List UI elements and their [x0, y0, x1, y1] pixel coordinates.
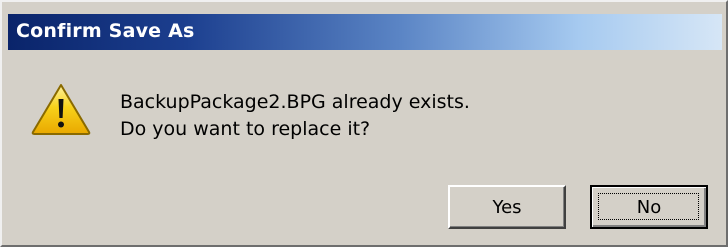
no-button-label: No: [636, 196, 662, 218]
confirm-save-as-dialog: Confirm Save As BackupPackage2.BPG alrea…: [0, 0, 728, 247]
dialog-message: BackupPackage2.BPG already exists. Do yo…: [120, 89, 470, 143]
yes-button-label: Yes: [492, 196, 522, 218]
no-button[interactable]: No: [590, 185, 708, 229]
message-line-1: BackupPackage2.BPG already exists.: [120, 91, 470, 113]
warning-icon: [31, 84, 91, 135]
dialog-title: Confirm Save As: [16, 20, 195, 42]
message-line-2: Do you want to replace it?: [120, 118, 371, 140]
title-bar[interactable]: Confirm Save As: [8, 14, 722, 50]
yes-button[interactable]: Yes: [448, 185, 566, 229]
